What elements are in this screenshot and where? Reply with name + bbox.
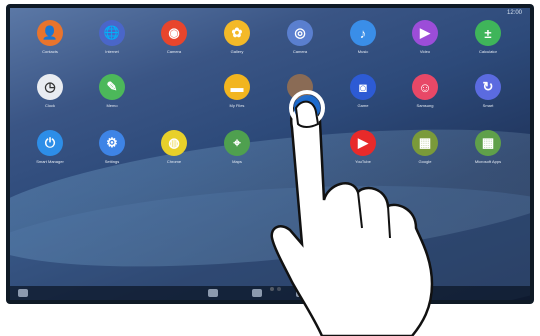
app-label: Memo	[106, 103, 118, 108]
contacts-icon: 👤	[37, 20, 63, 46]
app-chrome[interactable]: ◍ Chrome	[152, 130, 196, 164]
settings-icon: ⚙	[99, 130, 125, 156]
microsoft-folder-icon: ▦	[475, 130, 501, 156]
lens-icon: ◎	[287, 20, 313, 46]
app-settings[interactable]: ⚙ Settings	[90, 130, 134, 164]
home-button[interactable]	[252, 289, 262, 297]
smartmanager-icon: ⏻	[37, 130, 63, 156]
app-folder[interactable]: ▬ My Files	[215, 74, 259, 108]
memo-icon: ✎	[99, 74, 125, 100]
app-music[interactable]: ♪ Music	[341, 20, 385, 54]
smart-icon: ↻	[475, 74, 501, 100]
app-label: Smart	[482, 103, 494, 108]
status-bar-time: 12:00	[506, 10, 522, 16]
maps-icon: ⌖	[224, 130, 250, 156]
app-label: Contacts	[42, 49, 58, 54]
app-label: Video	[419, 49, 431, 54]
clock-icon: ◷	[37, 74, 63, 100]
internet-icon: 🌐	[99, 20, 125, 46]
recent-apps-button[interactable]	[208, 289, 218, 297]
app-label: Smart Manager	[36, 159, 64, 164]
keyboard-icon[interactable]	[18, 289, 28, 297]
app-calculator[interactable]: ± Calculator	[466, 20, 510, 54]
app-label: Maps	[232, 159, 242, 164]
app-label: Clock	[44, 103, 55, 108]
app-label: Internet	[105, 49, 119, 54]
app-lens[interactable]: ◎ Camera	[278, 20, 322, 54]
app-label: Gallery	[230, 49, 244, 54]
app-label: Camera	[292, 49, 308, 54]
app-internet[interactable]: 🌐 Internet	[90, 20, 134, 54]
music-icon: ♪	[350, 20, 376, 46]
app-maps[interactable]: ⌖ Maps	[215, 130, 259, 164]
app-video[interactable]: ▶ Video	[403, 20, 447, 54]
app-label: Chrome	[166, 159, 182, 164]
app-smart[interactable]: ↻ Smart	[466, 74, 510, 108]
app-label: Music	[357, 49, 369, 54]
app-label: Calculator	[478, 49, 497, 54]
video-icon: ▶	[412, 20, 438, 46]
app-smartmanager[interactable]: ⏻ Smart Manager	[28, 130, 72, 164]
app-camera[interactable]: ◉ Camera	[152, 20, 196, 54]
app-clock[interactable]: ◷ Clock	[28, 74, 72, 108]
app-memo[interactable]: ✎ Memo	[90, 74, 134, 108]
app-contacts[interactable]: 👤 Contacts	[28, 20, 72, 54]
tap-hand-illustration	[270, 90, 434, 336]
folder-icon: ▬	[224, 74, 250, 100]
gallery-icon: ✿	[224, 20, 250, 46]
chrome-icon: ◍	[161, 130, 187, 156]
app-label: Microsoft Apps	[474, 159, 502, 164]
app-gallery[interactable]: ✿ Gallery	[215, 20, 259, 54]
camera-icon: ◉	[161, 20, 187, 46]
calculator-icon: ±	[475, 20, 501, 46]
app-label: Settings	[104, 159, 120, 164]
app-microsoft-folder[interactable]: ▦ Microsoft Apps	[466, 130, 510, 164]
app-label: Camera	[166, 49, 182, 54]
hand-shape	[270, 101, 434, 336]
app-label: My Files	[229, 103, 245, 108]
fingertip	[294, 100, 320, 128]
